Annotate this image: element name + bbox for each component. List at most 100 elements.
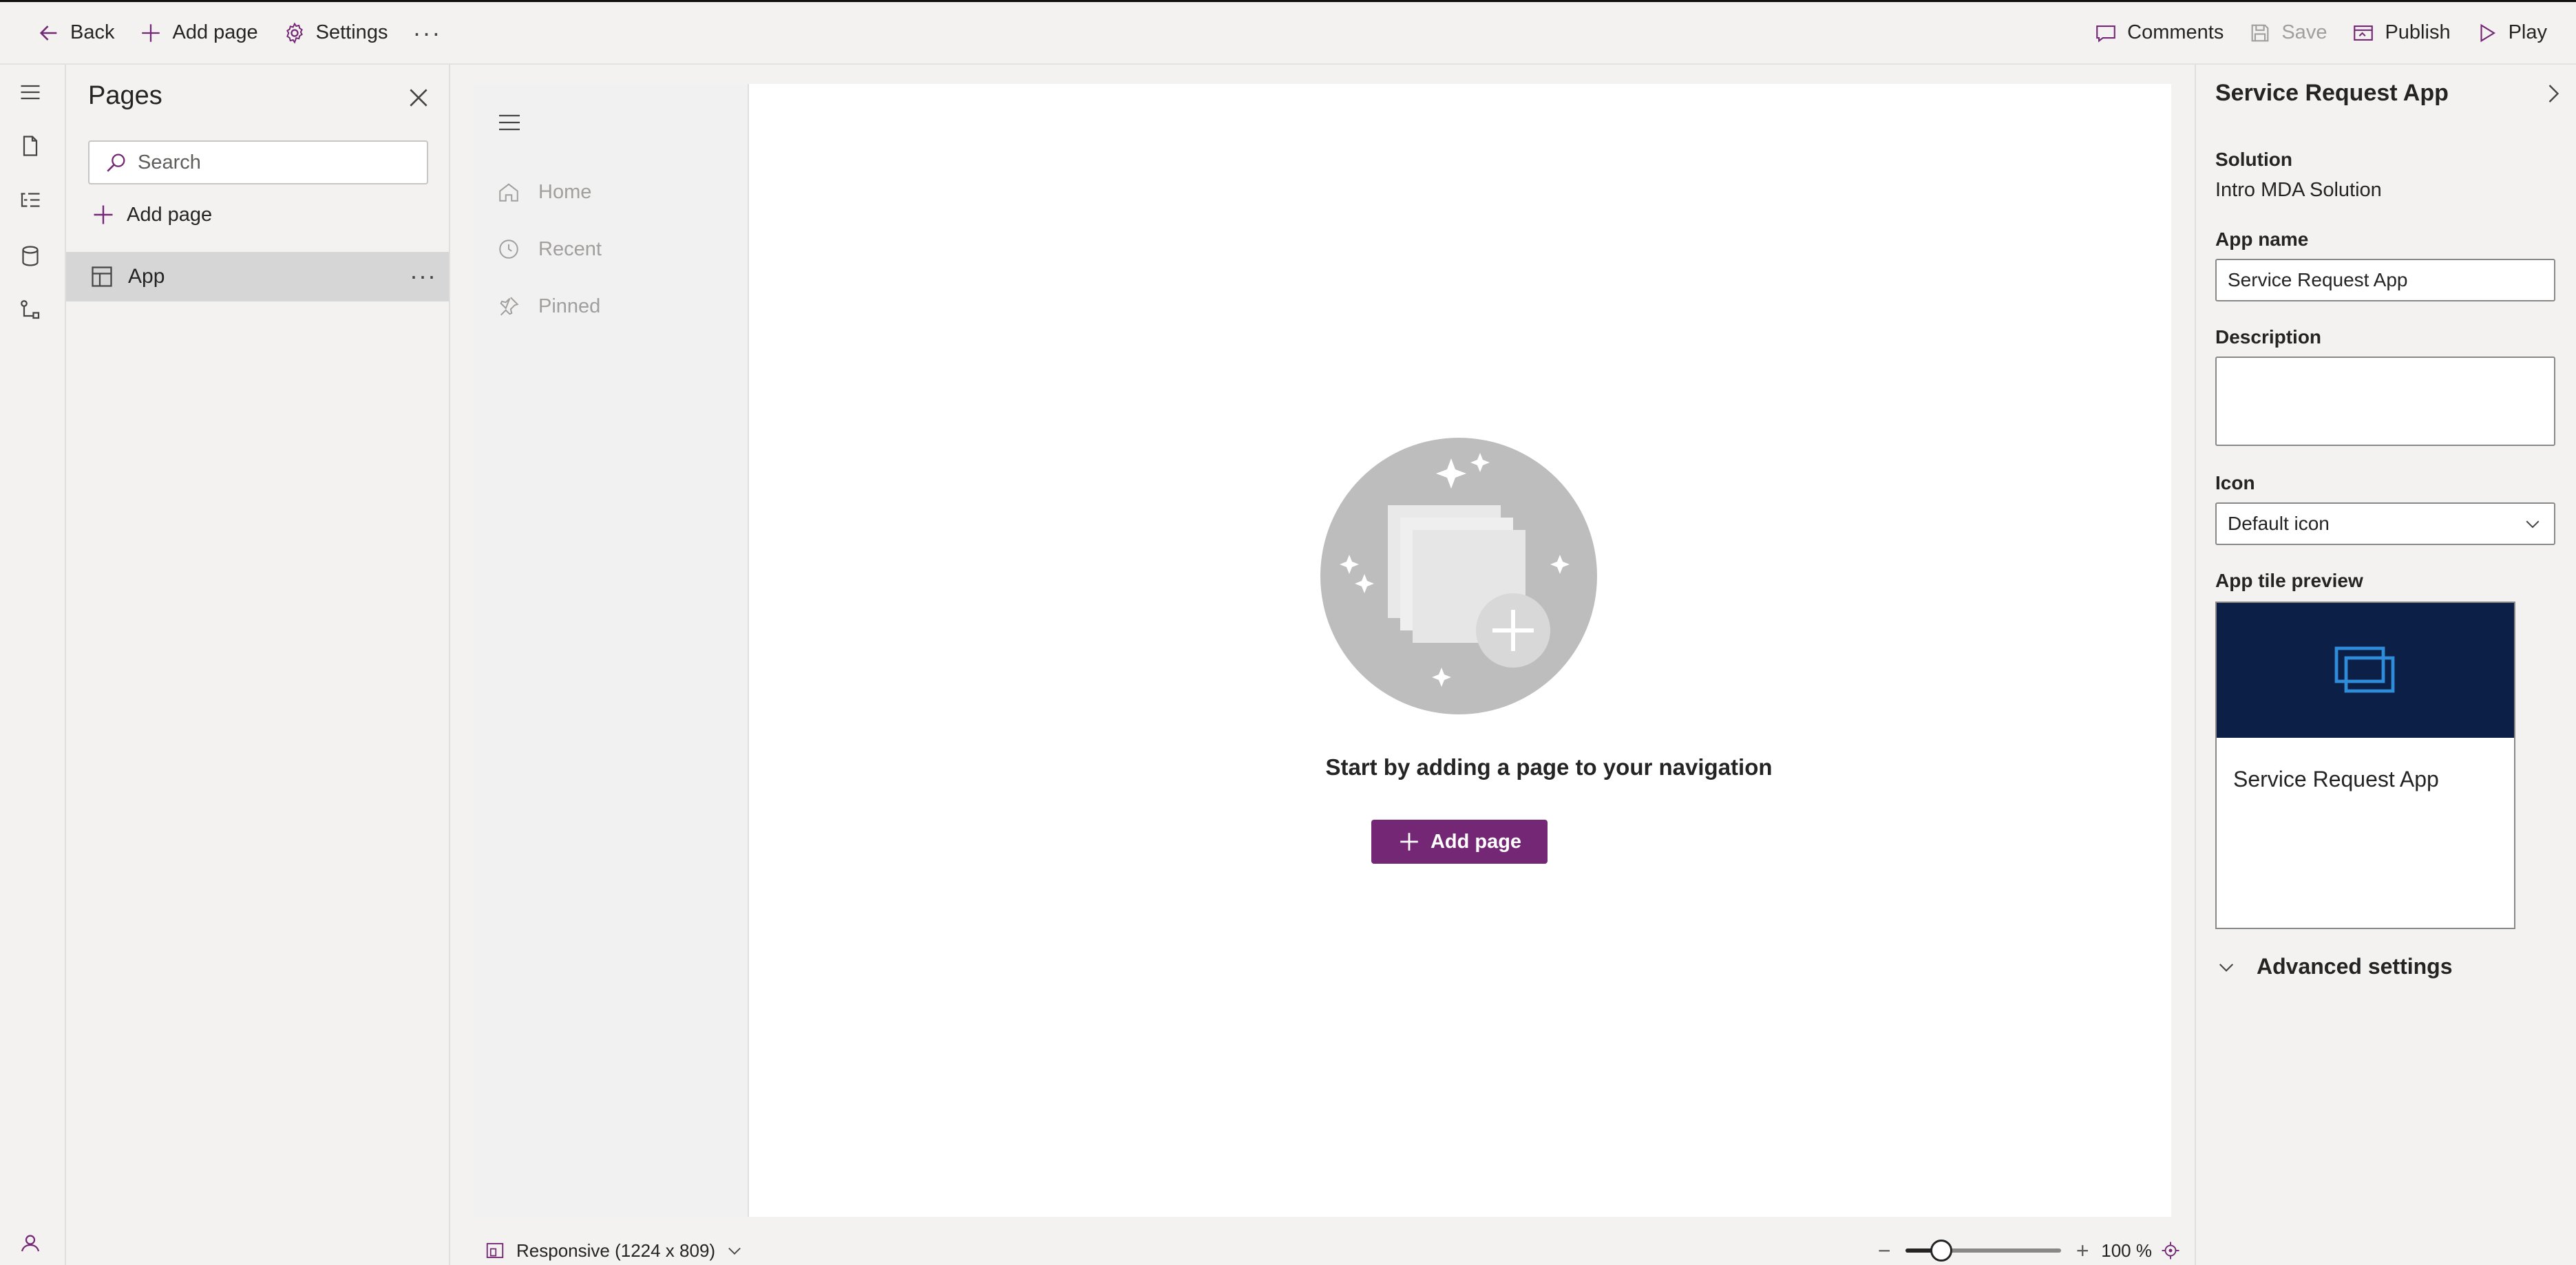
app-name-label: App name — [2215, 228, 2309, 250]
page-more-button[interactable]: ··· — [410, 262, 436, 290]
play-button[interactable]: Play — [2463, 2, 2559, 63]
app-tile-preview: Service Request App — [2215, 602, 2515, 929]
save-icon — [2251, 24, 2269, 41]
device-selector[interactable]: Responsive (1224 x 809) — [452, 1240, 744, 1262]
nav-item-pinned-label: Pinned — [538, 295, 601, 317]
app-name-field[interactable] — [2215, 259, 2555, 301]
properties-pane: Service Request App Solution Intro MDA S… — [2195, 65, 2576, 1265]
settings-label: Settings — [315, 21, 388, 43]
device-label: Responsive (1224 x 809) — [516, 1240, 716, 1261]
add-page-button[interactable]: Add page — [127, 2, 270, 63]
save-button[interactable]: Save — [2236, 2, 2339, 63]
pages-title: Pages — [88, 81, 162, 110]
status-bar: Responsive (1224 x 809) − + 100 % — [452, 1236, 2193, 1265]
pages-add-page-button[interactable]: Add page — [91, 201, 212, 228]
empty-state-add-page-button[interactable]: Add page — [1371, 820, 1548, 864]
nav-item-home[interactable]: Home — [497, 180, 591, 204]
icon-dropdown[interactable]: Default icon — [2215, 502, 2555, 545]
nav-item-recent[interactable]: Recent — [497, 237, 602, 261]
hamburger-icon — [21, 85, 40, 100]
rail-navigation-button[interactable] — [15, 186, 45, 216]
flow-icon — [21, 300, 40, 319]
app-tile-icon — [2334, 646, 2395, 693]
publish-label: Publish — [2385, 21, 2451, 43]
home-icon — [499, 183, 518, 202]
pages-add-page-label: Add page — [127, 203, 213, 226]
empty-state-add-page-label: Add page — [1430, 830, 1522, 853]
rail-pages-button[interactable] — [15, 131, 45, 161]
rail-data-button[interactable] — [15, 241, 45, 271]
fit-to-screen-icon[interactable] — [2160, 1240, 2181, 1261]
arrow-left-icon — [39, 25, 57, 41]
comment-icon — [2096, 25, 2115, 42]
responsive-layout-icon — [486, 1243, 504, 1258]
publish-icon — [2354, 25, 2374, 41]
nav-item-pinned[interactable]: Pinned — [497, 295, 600, 318]
comments-button[interactable]: Comments — [2082, 2, 2236, 63]
properties-title: Service Request App — [2215, 80, 2449, 106]
chevron-down-icon — [728, 1247, 741, 1255]
pin-icon — [500, 297, 519, 316]
empty-state-message: Start by adding a page to your navigatio… — [1325, 754, 1773, 780]
plus-icon — [142, 23, 160, 42]
database-icon — [22, 246, 39, 266]
nav-item-home-label: Home — [538, 180, 592, 203]
solution-label: Solution — [2215, 149, 2292, 170]
empty-state-illustration — [1320, 438, 1597, 714]
rail-menu-button[interactable] — [15, 77, 45, 107]
tile-preview-label: App tile preview — [2215, 570, 2363, 591]
description-field[interactable] — [2215, 357, 2555, 446]
zoom-slider[interactable] — [1905, 1240, 2062, 1262]
page-icon — [23, 136, 38, 156]
zoom-out-button[interactable]: − — [1874, 1238, 1894, 1264]
advanced-settings-toggle[interactable]: Advanced settings — [2215, 954, 2453, 979]
left-rail — [0, 65, 66, 1265]
more-commands-button[interactable]: ··· — [400, 2, 454, 63]
app-layout-icon — [92, 266, 112, 287]
icon-dropdown-value: Default icon — [2228, 513, 2330, 534]
rail-automation-button[interactable] — [15, 295, 45, 325]
chevron-down-icon — [2219, 963, 2234, 972]
app-tile-header — [2217, 603, 2514, 738]
nav-item-recent-label: Recent — [538, 237, 602, 260]
close-pages-button[interactable] — [405, 84, 432, 111]
pages-panel: Pages Add page App ··· — [66, 65, 450, 1265]
plus-icon — [94, 205, 113, 224]
chevron-right-icon[interactable] — [2540, 81, 2565, 106]
zoom-level-label: 100 % — [2101, 1240, 2152, 1261]
bot-icon — [21, 1235, 40, 1252]
rail-copilot-button[interactable] — [15, 1228, 45, 1258]
clock-icon — [499, 240, 518, 259]
page-list-item[interactable]: App ··· — [66, 252, 449, 301]
tree-list-icon — [21, 193, 40, 207]
publish-button[interactable]: Publish — [2339, 2, 2462, 63]
gear-icon — [286, 22, 303, 44]
command-bar-right: Comments Save Publish Play — [2082, 2, 2576, 63]
search-input[interactable] — [138, 151, 413, 174]
app-tile-name: Service Request App — [2233, 767, 2439, 791]
close-icon — [410, 89, 427, 107]
comments-label: Comments — [2127, 21, 2224, 43]
hamburger-icon[interactable] — [496, 109, 523, 136]
add-page-label: Add page — [172, 21, 258, 43]
advanced-settings-label: Advanced settings — [2257, 954, 2453, 979]
pages-search[interactable] — [88, 140, 428, 184]
app-navigation-preview: Home Recent Pinned — [474, 84, 749, 1217]
solution-value: Intro MDA Solution — [2215, 179, 2382, 201]
design-canvas: Home Recent Pinned Start by adding a pag… — [452, 65, 2193, 1265]
chevron-down-icon — [2526, 520, 2540, 529]
play-icon — [2480, 23, 2495, 42]
description-label: Description — [2215, 326, 2322, 348]
back-button[interactable]: Back — [0, 2, 127, 63]
page-list-item-label: App — [128, 265, 165, 288]
back-label: Back — [70, 21, 115, 43]
zoom-controls: − + 100 % — [1874, 1238, 2193, 1264]
icon-label: Icon — [2215, 472, 2255, 493]
zoom-in-button[interactable]: + — [2072, 1238, 2093, 1264]
more-icon: ··· — [412, 18, 442, 47]
save-label: Save — [2281, 21, 2327, 43]
settings-button[interactable]: Settings — [271, 2, 401, 63]
play-label: Play — [2508, 21, 2547, 43]
plus-icon — [1400, 833, 1418, 851]
zoom-slider-thumb[interactable] — [1930, 1240, 1953, 1262]
